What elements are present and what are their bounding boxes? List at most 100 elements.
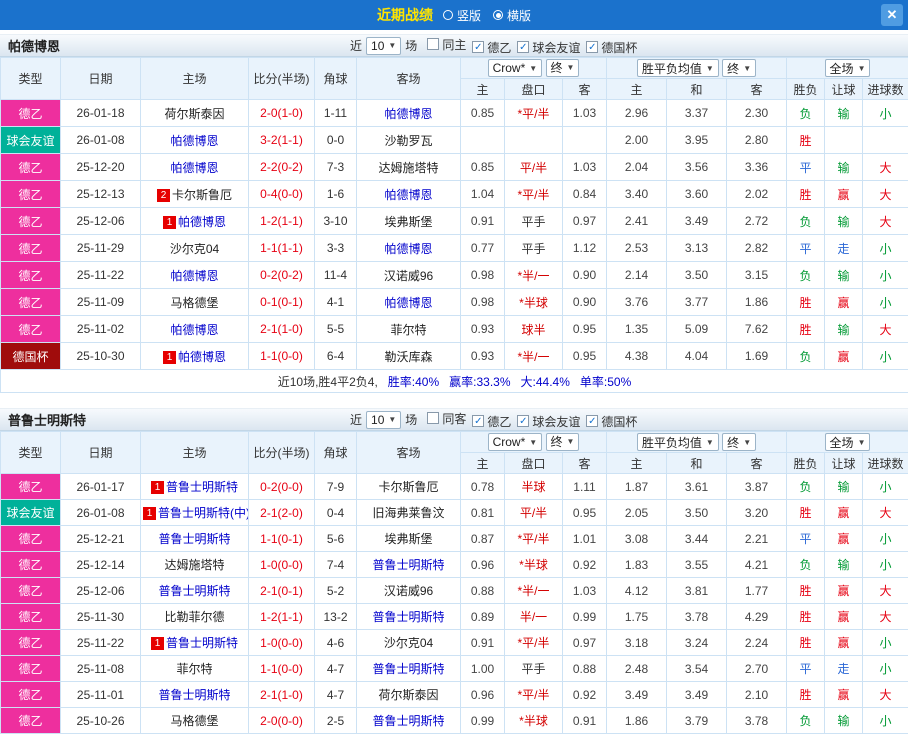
avg-type-select[interactable]: 胜平负均值 ▼ [636,433,719,451]
home-team[interactable]: 普鲁士明斯特 [140,681,249,708]
home-team[interactable]: 普鲁士明斯特 [140,525,249,552]
team-name-text: 沙勒罗瓦 [384,133,433,148]
layout-radio[interactable]: 竖版 [442,7,481,24]
filter-checkbox[interactable]: ✓ 球会友谊 [517,413,580,430]
result-handicap: 输 [824,261,864,289]
away-team[interactable]: 菲尔特 [356,315,461,343]
layout-radio[interactable]: 横版 [493,7,531,24]
home-team[interactable]: 帕德博恩 [140,261,249,289]
scope-select[interactable]: 全场 ▼ [824,433,871,451]
odds-home: 0.93 [460,342,505,370]
away-team[interactable]: 达姆施塔特 [356,153,461,181]
home-team[interactable]: 1 普鲁士明斯特(中) [140,499,249,526]
result-handicap: 输 [824,207,864,235]
odds-source-select[interactable]: Crow* ▼ [487,59,543,78]
corner-count: 4-7 [314,681,357,708]
home-team[interactable]: 1 普鲁士明斯特 [140,473,249,500]
away-team[interactable]: 普鲁士明斯特 [356,707,461,734]
away-team[interactable]: 埃弗斯堡 [356,207,461,235]
filter-checkbox[interactable]: 同主 [427,36,466,53]
avg-away: 2.80 [725,126,788,154]
filter-checkbox[interactable]: ✓ 德国杯 [586,39,637,56]
home-team[interactable]: 帕德博恩 [140,315,249,343]
away-team[interactable]: 勒沃库森 [356,342,461,370]
away-team[interactable]: 汉诺威96 [356,577,461,604]
away-team[interactable]: 普鲁士明斯特 [356,551,461,578]
scope-select[interactable]: 全场 ▼ [824,59,871,77]
col-result-wdl: 胜负 [786,78,826,100]
home-team[interactable]: 帕德博恩 [140,153,249,181]
chevron-down-icon: ▼ [743,437,752,447]
odds-stage-select[interactable]: 终 ▼ [545,58,580,77]
away-team[interactable]: 沙勒罗瓦 [356,126,461,154]
team-name-text: 帕德博恩 [384,187,433,202]
home-team[interactable]: 菲尔特 [140,655,249,682]
home-team[interactable]: 马格德堡 [140,288,249,316]
away-team[interactable]: 帕德博恩 [356,180,461,208]
odds-stage-select[interactable]: 终 ▼ [545,432,580,451]
avg-stage-select[interactable]: 终 ▼ [722,59,757,77]
checkbox-label: 德乙 [487,414,512,429]
home-team[interactable]: 1 帕德博恩 [140,342,249,370]
home-team[interactable]: 马格德堡 [140,707,249,734]
checkbox-icon [427,412,440,424]
filter-checkbox[interactable]: ✓ 球会友谊 [517,39,580,56]
home-team[interactable]: 普鲁士明斯特 [140,577,249,604]
filter-checkbox[interactable]: ✓ 德国杯 [586,413,637,430]
away-team[interactable]: 汉诺威96 [356,261,461,289]
away-team[interactable]: 帕德博恩 [356,234,461,262]
table-row: 德乙 25-11-09 马格德堡 0-1(0-1) 4-1 帕德博恩 0.98 *半球 0.90… [0,288,908,316]
team-name-text: 汉诺威96 [383,584,434,598]
corner-count: 3-3 [314,234,357,262]
avg-draw: 3.24 [666,629,727,656]
avg-stage-select[interactable]: 终 ▼ [722,433,757,451]
avg-away: 1.77 [725,577,788,604]
rank-badge: 1 [150,481,164,494]
away-team[interactable]: 普鲁士明斯特 [356,603,461,630]
match-score: 1-1(0-0) [248,655,315,682]
odds-away: 1.11 [562,473,607,500]
result-goals: 大 [862,315,908,343]
home-team[interactable]: 比勒菲尔德 [140,603,249,630]
away-team[interactable]: 旧海弗莱鲁汶 [356,499,461,526]
checkbox-label: 德国杯 [601,414,638,429]
avg-draw: 3.95 [666,126,727,154]
close-button[interactable]: ✕ [881,4,903,26]
home-team[interactable]: 1 帕德博恩 [140,207,249,235]
odds-away: 0.97 [562,629,607,656]
away-team[interactable]: 荷尔斯泰因 [356,681,461,708]
col-type: 类型 [0,431,61,474]
away-team[interactable]: 埃弗斯堡 [356,525,461,552]
avg-type-select[interactable]: 胜平负均值 ▼ [636,59,719,77]
home-team[interactable]: 荷尔斯泰因 [140,99,249,127]
away-team[interactable]: 帕德博恩 [356,288,461,316]
col-date: 日期 [60,57,141,100]
filter-checkbox[interactable]: ✓ 德乙 [472,413,511,430]
away-team[interactable]: 沙尔克04 [356,629,461,656]
odds-handicap: *半球 [504,551,563,578]
table-row: 德乙 25-12-20 帕德博恩 2-2(0-2) 7-3 达姆施塔特 0.85 平/半 1.0… [0,153,908,181]
odds-handicap: *半球 [504,707,563,734]
filter-checkbox[interactable]: ✓ 德乙 [472,39,511,56]
match-count-select[interactable]: 10 ▼ [366,36,402,55]
away-team[interactable]: 帕德博恩 [356,99,461,127]
scope-group-header: 全场 ▼ [786,431,908,453]
avg-draw: 3.77 [666,288,727,316]
home-team[interactable]: 1 普鲁士明斯特 [140,629,249,656]
result-goals: 小 [862,525,908,552]
home-team[interactable]: 2 卡尔斯鲁厄 [140,180,249,208]
home-team[interactable]: 帕德博恩 [140,126,249,154]
match-date: 25-11-30 [60,603,141,630]
filter-checkbox[interactable]: 同客 [427,410,466,427]
team-name-text: 普鲁士明斯特 [158,584,231,598]
match-count-select[interactable]: 10 ▼ [366,410,402,429]
match-type-badge: 德乙 [0,153,61,181]
col-avg-home: 主 [606,78,667,100]
away-team[interactable]: 卡尔斯鲁厄 [356,473,461,500]
odds-source-select[interactable]: Crow* ▼ [487,433,543,452]
col-score: 比分(半场) [248,431,315,474]
home-team[interactable]: 达姆施塔特 [140,551,249,578]
corner-count: 5-2 [314,577,357,604]
away-team[interactable]: 普鲁士明斯特 [356,655,461,682]
home-team[interactable]: 沙尔克04 [140,234,249,262]
